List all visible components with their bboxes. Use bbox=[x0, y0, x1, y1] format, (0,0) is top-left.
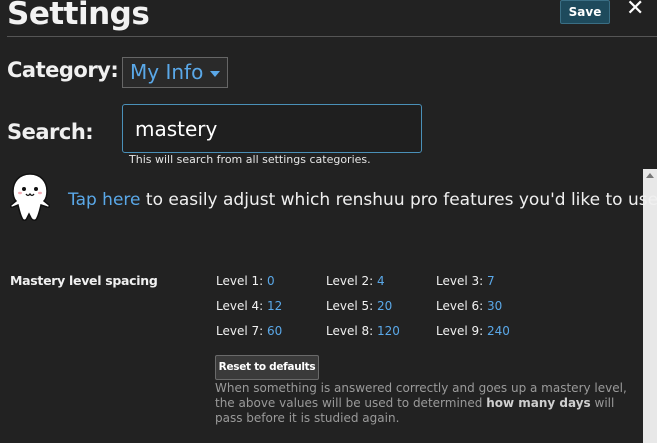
scrollbar[interactable] bbox=[643, 169, 657, 443]
settings-page: Settings Save ✕ Category: My Info Search… bbox=[0, 0, 657, 443]
mastery-level-2: Level 2: 4 bbox=[326, 274, 385, 288]
level-label: Level 1: bbox=[216, 274, 267, 288]
level-value: 4 bbox=[376, 274, 385, 288]
scroll-up-arrow-icon[interactable] bbox=[646, 173, 654, 178]
search-label: Search: bbox=[7, 120, 94, 144]
level-label: Level 8: bbox=[326, 324, 377, 338]
category-selected-value: My Info bbox=[130, 60, 204, 84]
level-value: 120 bbox=[376, 324, 400, 338]
mastery-level-9: Level 9: 240 bbox=[436, 324, 510, 338]
category-label: Category: bbox=[7, 58, 119, 82]
desc-emphasis: how many days bbox=[486, 396, 591, 410]
level-label: Level 7: bbox=[216, 324, 267, 338]
mastery-level-1: Level 1: 0 bbox=[216, 274, 275, 288]
level-value: 20 bbox=[376, 299, 393, 313]
close-icon[interactable]: ✕ bbox=[626, 0, 644, 21]
page-title: Settings bbox=[7, 0, 150, 32]
pro-features-text: to easily adjust which renshuu pro featu… bbox=[140, 190, 657, 210]
tap-here-link[interactable]: Tap here bbox=[68, 190, 141, 210]
level-label: Level 5: bbox=[326, 299, 377, 313]
level-value: 0 bbox=[266, 274, 275, 288]
level-value: 12 bbox=[266, 299, 283, 313]
level-label: Level 9: bbox=[436, 324, 487, 338]
mastery-level-8: Level 8: 120 bbox=[326, 324, 400, 338]
mascot-ghost-icon bbox=[10, 173, 50, 221]
search-input[interactable] bbox=[122, 104, 422, 153]
level-label: Level 6: bbox=[436, 299, 487, 313]
category-select[interactable]: My Info bbox=[122, 57, 228, 88]
level-value: 60 bbox=[266, 324, 283, 338]
header-divider bbox=[7, 36, 657, 37]
level-label: Level 2: bbox=[326, 274, 377, 288]
save-button[interactable]: Save bbox=[560, 0, 610, 24]
mastery-level-4: Level 4: 12 bbox=[216, 299, 282, 313]
mastery-section-label: Mastery level spacing bbox=[10, 273, 158, 288]
reset-to-defaults-button[interactable]: Reset to defaults bbox=[215, 355, 319, 380]
level-value: 30 bbox=[486, 299, 503, 313]
level-value: 240 bbox=[486, 324, 510, 338]
mastery-level-6: Level 6: 30 bbox=[436, 299, 502, 313]
chevron-down-icon bbox=[210, 71, 220, 77]
mastery-level-5: Level 5: 20 bbox=[326, 299, 392, 313]
mastery-description: When something is answered correctly and… bbox=[215, 381, 635, 426]
pro-features-prompt: Tap here to easily adjust which renshuu … bbox=[68, 190, 657, 210]
level-label: Level 3: bbox=[436, 274, 487, 288]
search-hint: This will search from all settings categ… bbox=[129, 153, 371, 166]
mastery-level-7: Level 7: 60 bbox=[216, 324, 282, 338]
level-label: Level 4: bbox=[216, 299, 267, 313]
level-value: 7 bbox=[486, 274, 495, 288]
mastery-level-3: Level 3: 7 bbox=[436, 274, 495, 288]
